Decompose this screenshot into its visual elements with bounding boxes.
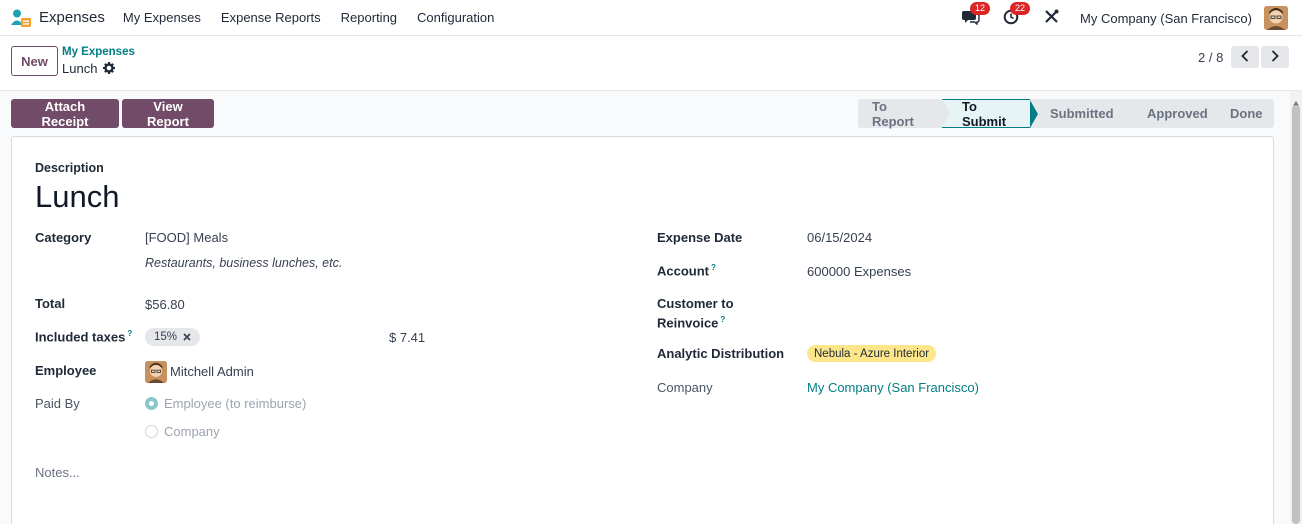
company-switcher[interactable]: My Company (San Francisco) — [1080, 11, 1252, 26]
stage-submitted[interactable]: Submitted — [1030, 99, 1135, 128]
top-navbar: Expenses My Expenses Expense Reports Rep… — [0, 0, 1302, 36]
paid-by-company-label[interactable]: Company — [164, 424, 220, 439]
menu-reporting[interactable]: Reporting — [341, 10, 397, 25]
expense-title-field[interactable]: Lunch — [35, 179, 119, 215]
paid-by-employee-label[interactable]: Employee (to reimburse) — [164, 396, 306, 411]
menu-configuration[interactable]: Configuration — [417, 10, 494, 25]
activities-count-badge: 22 — [1010, 2, 1031, 15]
company-field-link[interactable]: My Company (San Francisco) — [807, 380, 979, 395]
page-scrollbar[interactable] — [1290, 91, 1302, 524]
tax-tag: 15% — [145, 328, 201, 346]
breadcrumb-current: Lunch — [62, 61, 98, 76]
employee-field[interactable]: Mitchell Admin — [170, 364, 254, 379]
notes-field[interactable]: Notes... — [35, 465, 80, 480]
stage-to-report[interactable]: To Report — [858, 99, 950, 129]
category-label: Category — [35, 230, 92, 245]
scroll-thumb[interactable] — [1292, 105, 1300, 524]
expense-form-sheet: Description Lunch Category [FOOD] Meals … — [11, 136, 1274, 524]
app-name: Expenses — [39, 9, 105, 26]
customer-to-reinvoice-label-line2: Reinvoice? — [657, 315, 725, 330]
account-field[interactable]: 600000 Expenses — [807, 264, 911, 279]
stage-done[interactable]: Done — [1210, 99, 1274, 128]
chevron-left-icon — [1241, 49, 1249, 65]
customer-reinvoice-label-text: Reinvoice — [657, 315, 719, 331]
total-label: Total — [35, 296, 66, 311]
radio-paid-by-company[interactable] — [145, 425, 158, 438]
view-report-button[interactable]: View Report — [122, 99, 214, 129]
employee-label: Employee — [35, 363, 97, 378]
form-action-bar: Attach Receipt View Report To Report To … — [0, 91, 1288, 136]
radio-paid-by-employee[interactable] — [145, 397, 158, 410]
customer-to-reinvoice-label-line1: Customer to — [657, 296, 734, 311]
status-bar: To Report To Submit Submitted Approved D… — [858, 99, 1274, 129]
messages-button[interactable]: 12 — [960, 2, 991, 29]
activities-button[interactable]: 22 — [1000, 2, 1031, 29]
included-taxes-label-text: Included taxes — [35, 329, 126, 345]
account-label: Account? — [657, 263, 716, 278]
gear-icon[interactable] — [103, 62, 115, 77]
breadcrumb-parent[interactable]: My Expenses — [62, 46, 135, 58]
expenses-app-icon — [11, 9, 31, 27]
category-field[interactable]: [FOOD] Meals — [145, 230, 228, 245]
help-tooltip-icon[interactable]: ? — [711, 263, 716, 272]
control-panel: New My Expenses Lunch 2 / 8 — [0, 36, 1302, 91]
expense-date-label: Expense Date — [657, 230, 743, 245]
employee-avatar — [145, 361, 167, 383]
account-label-text: Account — [657, 263, 709, 279]
category-hint: Restaurants, business lunches, etc. — [145, 256, 343, 270]
description-label: Description — [35, 161, 104, 175]
debug-tools-button[interactable] — [1040, 7, 1062, 29]
messages-count-badge: 12 — [970, 2, 991, 15]
remove-tag-icon[interactable] — [183, 333, 191, 341]
analytic-distribution-label: Analytic Distribution — [657, 346, 785, 361]
tax-amount: $ 7.41 — [389, 330, 426, 345]
pager-next-button[interactable] — [1261, 46, 1289, 68]
expense-date-field[interactable]: 06/15/2024 — [807, 230, 872, 245]
tax-tag-label: 15% — [154, 331, 178, 343]
chevron-right-icon — [1271, 49, 1279, 65]
company-label: Company — [657, 380, 713, 395]
stage-approved[interactable]: Approved — [1127, 99, 1218, 128]
pager-value[interactable]: 2 / 8 — [1198, 50, 1223, 65]
help-tooltip-icon[interactable]: ? — [127, 329, 132, 338]
user-avatar[interactable] — [1264, 6, 1288, 30]
included-taxes-label: Included taxes? — [35, 329, 132, 344]
pager-previous-button[interactable] — [1231, 46, 1259, 68]
debug-tools-icon — [1044, 9, 1059, 27]
total-field[interactable]: $56.80 — [145, 297, 185, 312]
help-tooltip-icon[interactable]: ? — [720, 315, 725, 324]
menu-my-expenses[interactable]: My Expenses — [123, 10, 201, 25]
app-brand[interactable]: Expenses — [11, 9, 123, 27]
paid-by-label: Paid By — [35, 396, 80, 411]
stage-to-submit[interactable]: To Submit — [942, 99, 1038, 129]
analytic-distribution-tag[interactable]: Nebula - Azure Interior — [807, 345, 937, 362]
new-button[interactable]: New — [11, 46, 58, 76]
menu-expense-reports[interactable]: Expense Reports — [221, 10, 321, 25]
attach-receipt-button[interactable]: Attach Receipt — [11, 99, 119, 129]
